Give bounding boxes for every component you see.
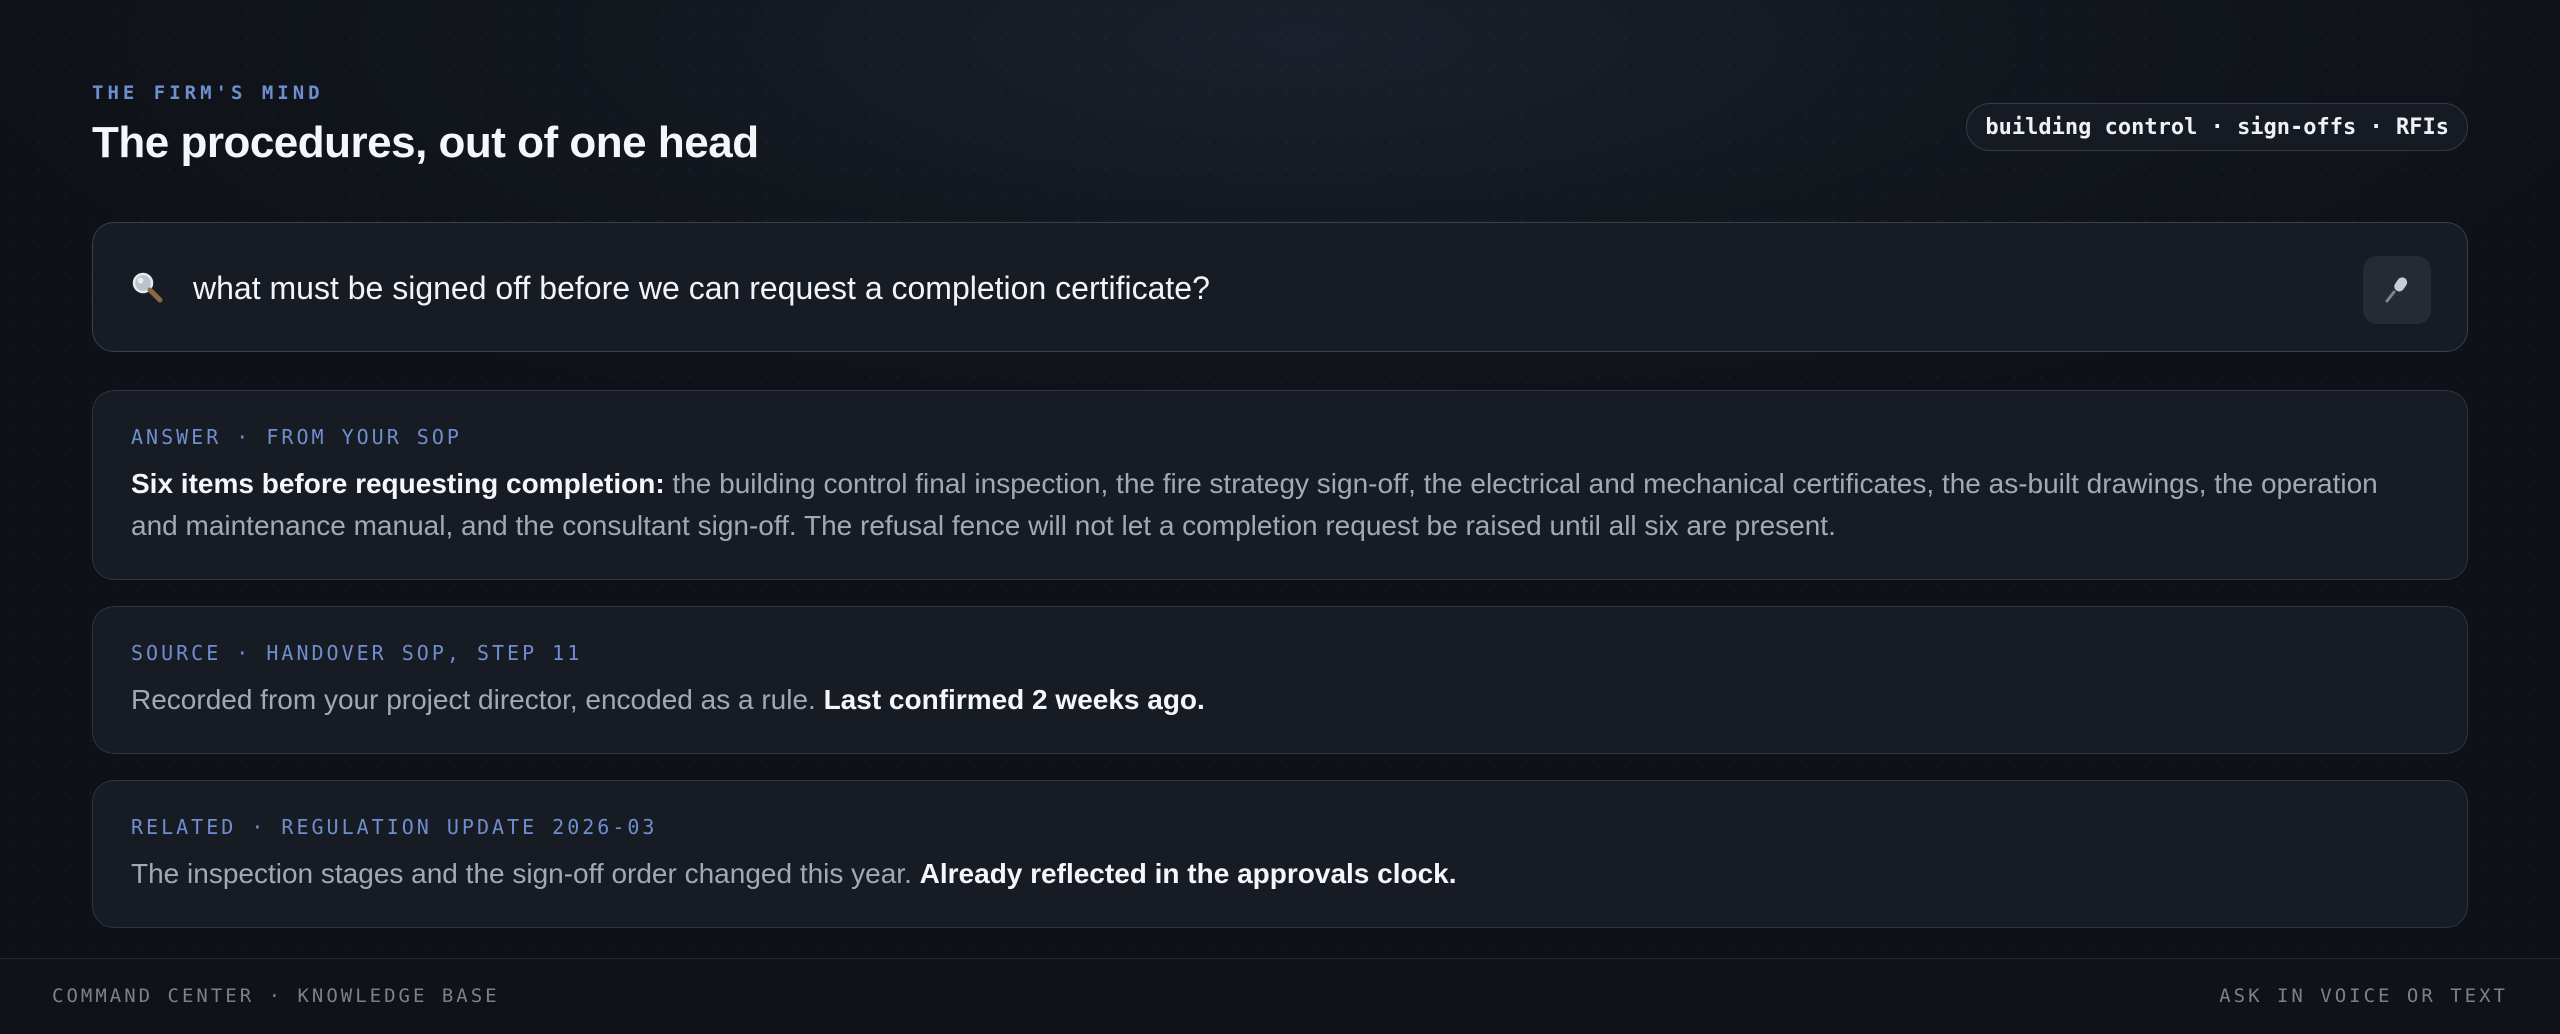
- answer-label: ANSWER · FROM YOUR SOP: [131, 425, 462, 449]
- search-input[interactable]: [193, 263, 2293, 313]
- microphone-icon: [2382, 274, 2412, 307]
- section-eyebrow: THE FIRM'S MIND: [92, 82, 324, 104]
- footer-divider: [0, 958, 2560, 959]
- scope-tag-pill: building control · sign-offs · RFIs: [1966, 103, 2468, 151]
- footer-breadcrumb: COMMAND CENTER · KNOWLEDGE BASE: [52, 985, 500, 1007]
- related-text: The inspection stages and the sign-off o…: [131, 853, 2429, 895]
- related-label: RELATED · REGULATION UPDATE 2026-03: [131, 815, 658, 839]
- search-bar: [92, 222, 2468, 352]
- related-body: The inspection stages and the sign-off o…: [131, 858, 920, 889]
- source-emphasis: Last confirmed 2 weeks ago.: [823, 684, 1205, 715]
- answer-text: Six items before requesting completion: …: [131, 463, 2429, 547]
- related-card: RELATED · REGULATION UPDATE 2026-03 The …: [92, 780, 2468, 928]
- source-label: SOURCE · HANDOVER SOP, STEP 11: [131, 641, 583, 665]
- page-title: The procedures, out of one head: [92, 118, 759, 167]
- voice-input-button[interactable]: [2363, 256, 2431, 324]
- source-text: Recorded from your project director, enc…: [131, 679, 2429, 721]
- answer-card: ANSWER · FROM YOUR SOP Six items before …: [92, 390, 2468, 580]
- search-icon: [129, 269, 165, 305]
- related-emphasis: Already reflected in the approvals clock…: [919, 858, 1457, 889]
- source-card: SOURCE · HANDOVER SOP, STEP 11 Recorded …: [92, 606, 2468, 754]
- source-body: Recorded from your project director, enc…: [131, 684, 824, 715]
- footer-hint: ASK IN VOICE OR TEXT: [2219, 985, 2508, 1007]
- answer-lead: Six items before requesting completion:: [131, 468, 665, 499]
